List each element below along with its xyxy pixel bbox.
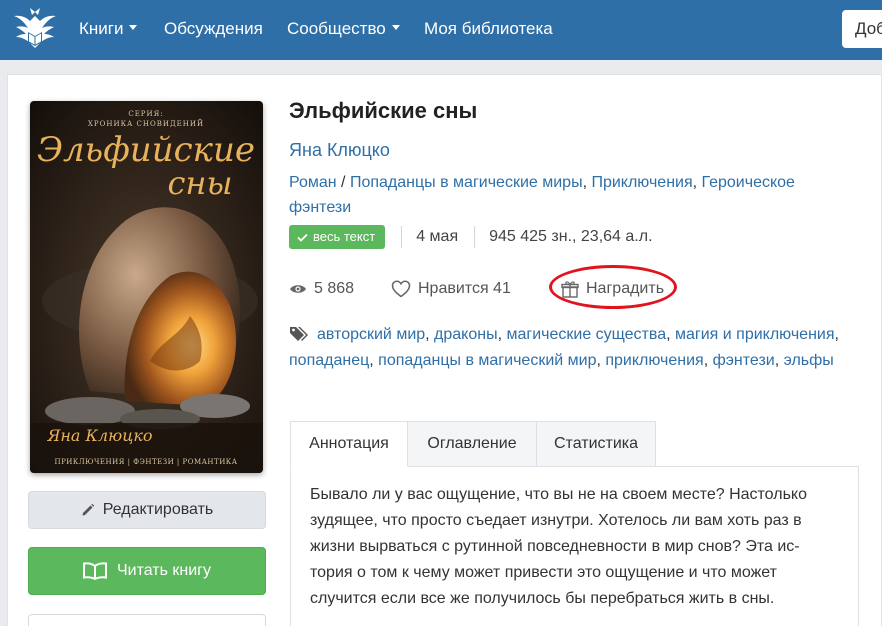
tab-statistics[interactable]: Статистика [536, 421, 656, 467]
genre-type-link[interactable]: Роман [289, 174, 337, 191]
tag-link[interactable]: попаданцы в магический мир [378, 352, 596, 369]
nav-my-library[interactable]: Моя библиотека [424, 18, 553, 40]
cover-title-line2: сны [167, 164, 232, 202]
add-button[interactable]: Доб [842, 10, 882, 48]
top-navbar: Книги Обсуждения Сообщество Моя библиоте… [0, 0, 882, 60]
heart-icon [391, 280, 411, 298]
book-cover[interactable]: СЕРИЯ: ХРОНИКА СНОВИДЕНИЙ Эльфийские сны… [30, 101, 263, 473]
annotation-text: Бывало ли у вас ощущение, что вы не на с… [310, 486, 807, 607]
divider [474, 226, 476, 248]
nav-community-menu[interactable]: Сообщество [287, 18, 400, 40]
publish-date: 4 мая [416, 228, 459, 245]
author-link[interactable]: Яна Клюцко [289, 140, 390, 161]
read-button-label: Читать книгу [116, 562, 211, 579]
tags-icon [290, 327, 308, 341]
book-size: 945 425 зн., 23,64 а.л. [489, 228, 653, 245]
pencil-icon [82, 503, 94, 516]
cover-series-name: ХРОНИКА СНОВИДЕНИЙ [88, 119, 204, 128]
additional-button[interactable] [28, 614, 266, 626]
like-button[interactable]: Нравится 41 [391, 277, 511, 301]
cover-series-label: СЕРИЯ: [128, 110, 163, 118]
cover-author: Яна Клюцко [46, 426, 152, 445]
tab-annotation[interactable]: Аннотация [290, 421, 408, 467]
nav-books-menu[interactable]: Книги [79, 18, 138, 40]
check-icon [297, 233, 308, 242]
tag-link[interactable]: фэнтези [713, 352, 775, 369]
views-count: 5 868 [289, 277, 354, 301]
edit-button-label: Редактировать [102, 501, 214, 518]
cover-genres: ПРИКЛЮЧЕНИЯ | ФЭНТЕЗИ | РОМАНТИКА [54, 458, 237, 466]
read-book-button[interactable]: Читать книгу [28, 547, 266, 595]
tag-link[interactable]: драконы [434, 326, 498, 343]
nav-discussions[interactable]: Обсуждения [164, 18, 263, 40]
tag-link[interactable]: попаданец [289, 352, 369, 369]
genre-list: Роман / Попаданцы в магические миры, При… [289, 174, 795, 216]
site-logo-icon[interactable] [10, 6, 60, 54]
status-badge: весь текст [289, 225, 386, 249]
divider [401, 226, 403, 248]
tag-list: авторский мир, драконы, магические сущес… [289, 326, 839, 369]
tag-link[interactable]: магия и приключения [675, 326, 835, 343]
tag-link[interactable]: приключения [605, 352, 703, 369]
chevron-down-icon [129, 25, 138, 31]
edit-button[interactable]: Редактировать [28, 491, 266, 529]
tag-link[interactable]: авторский мир [317, 326, 425, 343]
genre-link[interactable]: Приключения [591, 174, 692, 191]
chevron-down-icon [391, 25, 400, 31]
reward-highlight-circle [549, 265, 677, 309]
tab-contents[interactable]: Оглавление [407, 421, 537, 467]
book-title: Эльфийские сны [289, 98, 478, 123]
tag-link[interactable]: магические существа [506, 326, 666, 343]
tag-link[interactable]: эльфы [784, 352, 834, 369]
eye-icon [290, 285, 306, 293]
open-book-icon [82, 562, 107, 580]
book-meta: весь текст 4 мая 945 425 зн., 23,64 а.л. [289, 225, 653, 249]
genre-link[interactable]: Попаданцы в магические миры [350, 174, 583, 191]
